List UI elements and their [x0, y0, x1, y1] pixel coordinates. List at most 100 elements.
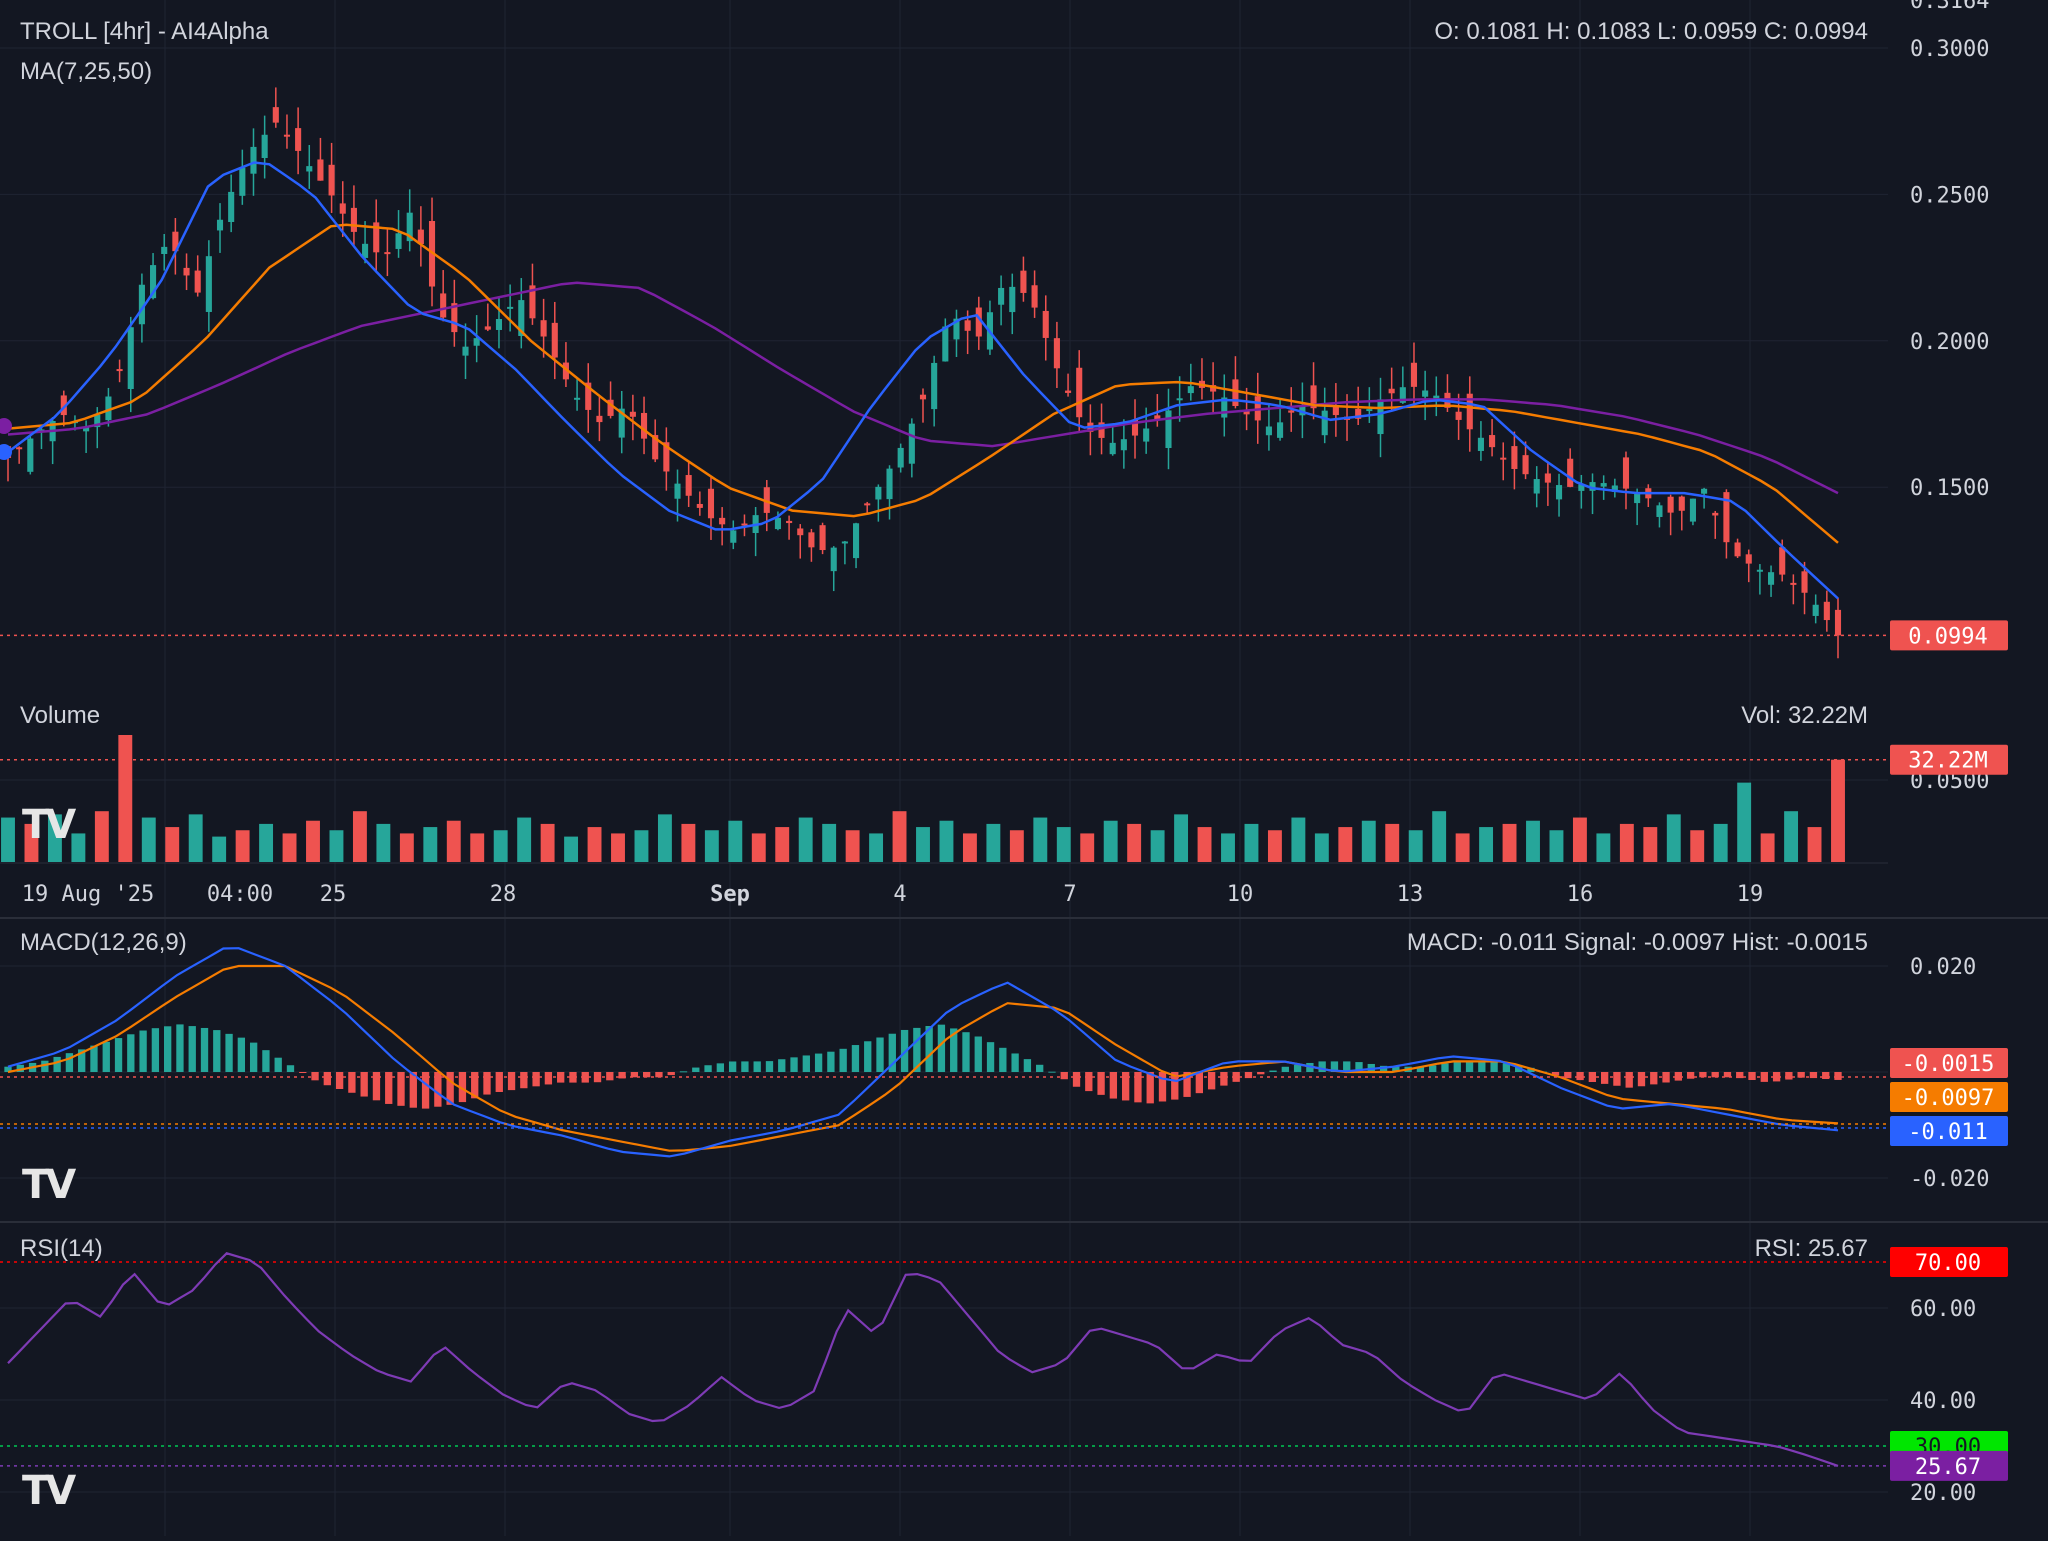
- macd-hist-bar: [1060, 1072, 1068, 1080]
- macd-hist-bar: [176, 1024, 184, 1072]
- macd-hist-bar: [532, 1072, 540, 1087]
- macd-hist-bar: [544, 1072, 553, 1085]
- candle: [306, 145, 313, 189]
- candle: [1767, 565, 1775, 597]
- volume-bar: [657, 814, 672, 862]
- last-volume-label: 32.22M: [1908, 749, 1987, 774]
- rsi-line: [7, 1252, 1839, 1467]
- macd-hist-bar: [65, 1053, 74, 1072]
- macd-hist-bar: [114, 1038, 123, 1072]
- macd-hist-bar: [1650, 1072, 1658, 1085]
- volume-bar: [939, 820, 954, 862]
- candle-body: [216, 219, 224, 231]
- volume-bar: [94, 811, 109, 862]
- candle-body: [786, 520, 793, 524]
- macd-axis-tick: 0.020: [1910, 955, 1976, 980]
- candle-body: [1109, 442, 1116, 455]
- macd-hist-bar: [1637, 1072, 1646, 1087]
- volume-label: Volume: [20, 702, 101, 729]
- macd-hist-bar: [1220, 1072, 1228, 1086]
- volume-bar: [962, 833, 977, 862]
- macd-hist-bar: [962, 1032, 970, 1072]
- candle: [607, 381, 614, 419]
- macd-hist-bar: [1011, 1053, 1019, 1072]
- candle-body: [1544, 473, 1551, 483]
- candle-body: [797, 528, 804, 536]
- candle-body: [1712, 512, 1719, 516]
- candle: [931, 355, 938, 427]
- candle-body: [1600, 483, 1607, 487]
- macd-hist-bar: [827, 1051, 835, 1072]
- candle: [161, 234, 168, 271]
- candle: [797, 524, 804, 559]
- rsi-axis-tick: 60.00: [1910, 1297, 1976, 1322]
- candle: [629, 394, 636, 441]
- candle: [1667, 494, 1674, 536]
- macd-hist-bar: [986, 1042, 995, 1072]
- candle-body: [897, 447, 904, 468]
- candle-body: [116, 369, 123, 372]
- volume-bar: [611, 833, 625, 862]
- macd-hist-bar: [507, 1072, 516, 1091]
- volume-bar: [704, 830, 719, 862]
- macd-hist-bar: [299, 1072, 307, 1073]
- macd-hist-bar: [188, 1026, 196, 1072]
- volume-bar: [118, 735, 133, 862]
- candle-body: [830, 547, 837, 572]
- candle: [1511, 431, 1518, 490]
- candle: [1009, 273, 1016, 335]
- macd-label: MACD(12,26,9): [20, 929, 187, 956]
- candle: [484, 303, 491, 332]
- candle: [406, 189, 413, 252]
- candle: [27, 436, 34, 475]
- macd-hist-bar: [937, 1024, 946, 1072]
- volume-bar: [306, 820, 320, 862]
- candle-body: [931, 362, 938, 410]
- candle: [596, 396, 603, 442]
- macd-hist-bar: [876, 1037, 884, 1072]
- candle-body: [1745, 554, 1752, 564]
- x-axis-tick: 10: [1227, 882, 1254, 907]
- candle-body: [395, 233, 402, 249]
- candle: [194, 255, 201, 297]
- candle-body: [339, 203, 346, 214]
- macd-hist-bar: [237, 1037, 246, 1072]
- candle-body: [1031, 285, 1038, 308]
- macd-hist-bar: [1293, 1064, 1302, 1072]
- macd-hist-bar: [753, 1061, 761, 1072]
- candle: [1109, 423, 1116, 456]
- candle: [875, 484, 882, 522]
- candle: [685, 461, 692, 507]
- macd-hist-bar: [323, 1072, 331, 1086]
- candle-body: [998, 287, 1005, 305]
- volume-bar: [845, 830, 860, 862]
- ohlc-readout: O: 0.1081 H: 0.1083 L: 0.0959 C: 0.0994: [1434, 18, 1868, 45]
- candle-body: [1522, 455, 1529, 475]
- price-axis-tick: 0.2000: [1910, 330, 1989, 355]
- candle: [1745, 549, 1752, 583]
- candle: [1790, 574, 1797, 605]
- chart-root: 0.3164 0.3000 0.2500 0.2000 0.1500 0.0500 0.09…: [0, 0, 2048, 1536]
- candle-body: [1734, 542, 1741, 557]
- candle: [640, 396, 648, 455]
- candle: [1477, 421, 1484, 461]
- candle-body: [1756, 569, 1763, 572]
- macd-hist-bar: [372, 1072, 381, 1101]
- volume-bar: [1831, 759, 1845, 862]
- volume-bar: [1150, 830, 1165, 862]
- candle: [1165, 388, 1172, 470]
- candle: [942, 318, 949, 362]
- volume-bar: [141, 817, 156, 862]
- macd-hist-bar: [679, 1071, 688, 1073]
- candle: [384, 228, 391, 277]
- candle-body: [942, 326, 949, 362]
- volume-bar: [1666, 814, 1681, 862]
- candle-body: [551, 322, 558, 358]
- volume-bar: [1080, 833, 1095, 862]
- ma50-marker: [0, 418, 12, 434]
- macd-hist-bar: [483, 1072, 491, 1095]
- rsi-last-label: 25.67: [1915, 1455, 1981, 1480]
- x-axis-tick: 19 Aug '25: [22, 882, 154, 907]
- macd-value-label: -0.011: [1908, 1120, 1987, 1145]
- candle-body: [540, 320, 547, 337]
